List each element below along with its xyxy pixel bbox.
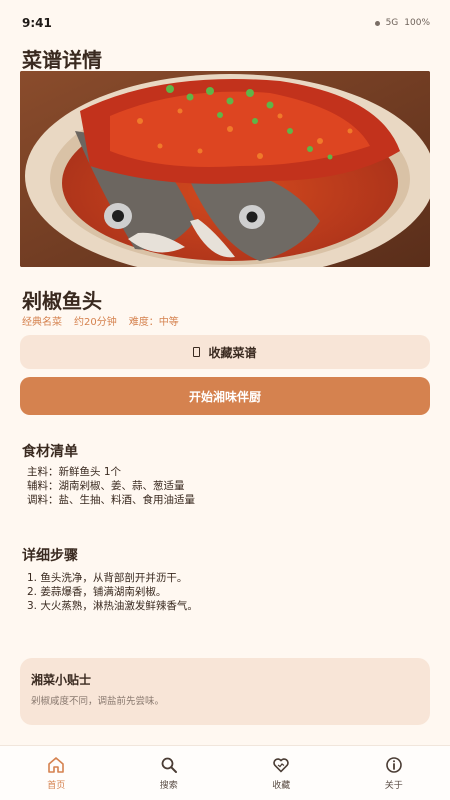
tab-home[interactable]: 首页 xyxy=(0,746,113,800)
tab-favorites-label: 收藏 xyxy=(272,780,291,791)
step-line: 3. 大火蒸熟，淋热油激发鲜辣香气。 xyxy=(27,600,198,612)
network-label: 5G xyxy=(385,18,399,28)
signal-dot-icon xyxy=(374,20,380,26)
ingredient-line: 调料：盐、生抽、料酒、食用油适量 xyxy=(27,494,195,506)
recipe-difficulty: 难度：中等 xyxy=(128,317,179,328)
recipe-category: 经典名菜 xyxy=(22,317,62,328)
start-cooking-button[interactable]: 开始湘味伴厨 xyxy=(20,377,430,415)
ingredient-line: 辅料：湖南剁椒、姜、蒜、葱适量 xyxy=(27,480,185,492)
favorite-recipe-label: 收藏菜谱 xyxy=(208,345,257,360)
status-indicators: 5G 100% xyxy=(374,18,430,28)
favorite-recipe-button[interactable]: 收藏菜谱 xyxy=(20,335,430,369)
tab-about-label: 关于 xyxy=(384,780,403,791)
page-title: 菜谱详情 xyxy=(22,48,102,72)
recipe-meta: 经典名菜 约20分钟 难度：中等 xyxy=(22,313,179,328)
search-icon xyxy=(161,757,177,773)
start-cooking-label: 开始湘味伴厨 xyxy=(188,389,261,404)
tip-title: 湘菜小贴士 xyxy=(31,673,92,687)
ingredient-line: 主料：新鲜鱼头 1个 xyxy=(27,466,122,478)
tab-about[interactable]: 关于 xyxy=(338,746,450,800)
tab-favorites[interactable]: 收藏 xyxy=(225,746,338,800)
recipe-duration: 约20分钟 xyxy=(74,317,117,328)
battery-label: 100% xyxy=(404,18,430,28)
tip-card: 湘菜小贴士 剁椒咸度不同，调盐前先尝味。 xyxy=(20,658,430,725)
steps-title: 详细步骤 xyxy=(22,548,78,564)
bottom-tab-bar: 首页 搜索 收藏 关于 xyxy=(0,745,450,800)
dish-name: 剁椒鱼头 xyxy=(22,289,102,313)
home-icon xyxy=(48,756,65,773)
ingredients-title: 食材清单 xyxy=(22,444,78,460)
dish-photo xyxy=(20,71,430,267)
tab-home-label: 首页 xyxy=(47,780,66,791)
status-bar: 9:41 5G 100% xyxy=(0,0,450,46)
bookmark-icon xyxy=(193,347,201,357)
tab-search-label: 搜索 xyxy=(159,780,178,791)
status-time: 9:41 xyxy=(22,16,52,30)
info-icon xyxy=(385,756,402,773)
heart-icon xyxy=(273,757,289,772)
step-line: 2. 姜蒜爆香，铺满湖南剁椒。 xyxy=(27,586,167,598)
tip-text: 剁椒咸度不同，调盐前先尝味。 xyxy=(31,696,165,707)
step-line: 1. 鱼头洗净，从背部剖开并沥干。 xyxy=(27,572,188,584)
tab-search[interactable]: 搜索 xyxy=(113,746,226,800)
